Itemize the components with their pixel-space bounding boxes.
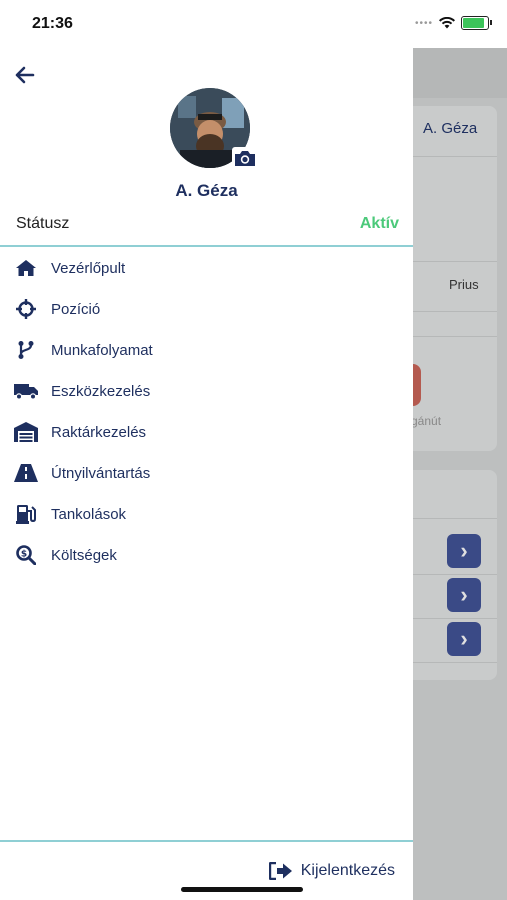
menu-item-label: Pozíció: [51, 300, 101, 318]
menu-item-munkafolyamat[interactable]: Munkafolyamat: [0, 331, 413, 369]
cellular-signal-icon: ••••: [414, 17, 433, 29]
workflow-icon: [14, 339, 38, 361]
logout-label: Kijelentkezés: [300, 862, 395, 879]
status-row: Státusz Aktív: [16, 215, 399, 239]
background-app[interactable]: A. Géza i Prius gánút › › ›: [413, 48, 507, 900]
menu-item-raktarkezeles[interactable]: Raktárkezelés: [0, 413, 413, 451]
logout-icon: [268, 862, 292, 880]
navigation-drawer: A. Géza Státusz Aktív Vezérlőpult Pozíci…: [0, 48, 413, 900]
svg-text:$: $: [21, 550, 27, 560]
status-badge: Aktív: [359, 215, 399, 232]
chevron-right-icon[interactable]: ›: [447, 578, 481, 612]
background-partial-text: gánút: [413, 414, 442, 428]
background-header: [413, 48, 507, 98]
menu-item-koltsegek[interactable]: $ Költségek: [0, 536, 413, 574]
chevron-right-icon[interactable]: ›: [447, 534, 481, 568]
menu-item-label: Vezérlőpult: [51, 259, 126, 277]
camera-icon: [232, 147, 258, 169]
warehouse-icon: [14, 421, 38, 443]
chevron-right-icon[interactable]: ›: [447, 622, 481, 656]
menu-item-label: Tankolások: [51, 505, 127, 523]
menu-item-label: Munkafolyamat: [51, 341, 153, 359]
background-vehicle: Prius: [449, 277, 479, 292]
background-card-list: › › ›: [413, 470, 497, 680]
crosshair-icon: [14, 298, 38, 320]
status-icons: ••••: [414, 16, 492, 30]
status-bar: 21:36 ••••: [0, 0, 507, 48]
menu-item-vezerlopult[interactable]: Vezérlőpult: [0, 249, 413, 287]
fuel-icon: [14, 503, 38, 525]
menu-item-eszkozkezeles[interactable]: Eszközkezelés: [0, 372, 413, 410]
divider: [0, 840, 413, 842]
status-time: 21:36: [32, 15, 73, 32]
menu-item-tankolasok[interactable]: Tankolások: [0, 495, 413, 533]
truck-icon: [14, 380, 38, 402]
menu-item-pozicio[interactable]: Pozíció: [0, 290, 413, 328]
background-card-profile: A. Géza i Prius gánút: [413, 106, 497, 451]
change-photo-button[interactable]: [232, 147, 258, 169]
menu-item-label: Raktárkezelés: [51, 423, 147, 441]
wifi-icon: [439, 17, 455, 29]
menu-item-label: Eszközkezelés: [51, 382, 151, 400]
status-label: Státusz: [16, 215, 70, 232]
logout-button[interactable]: Kijelentkezés: [268, 856, 395, 886]
divider: [0, 245, 413, 247]
arrow-left-icon: [15, 66, 35, 84]
menu-item-label: Útnyilvántartás: [51, 464, 151, 482]
back-button[interactable]: [12, 62, 38, 88]
background-red-button[interactable]: [413, 364, 421, 406]
cost-search-icon: $: [14, 544, 38, 566]
home-indicator: [181, 887, 303, 892]
background-user-name: A. Géza: [423, 120, 478, 137]
road-icon: [14, 462, 38, 484]
menu-item-label: Költségek: [51, 546, 117, 564]
battery-icon: [461, 16, 492, 30]
user-name: A. Géza: [175, 181, 238, 200]
menu-item-utnyilvantartas[interactable]: Útnyilvántartás: [0, 454, 413, 492]
home-icon: [14, 257, 38, 279]
